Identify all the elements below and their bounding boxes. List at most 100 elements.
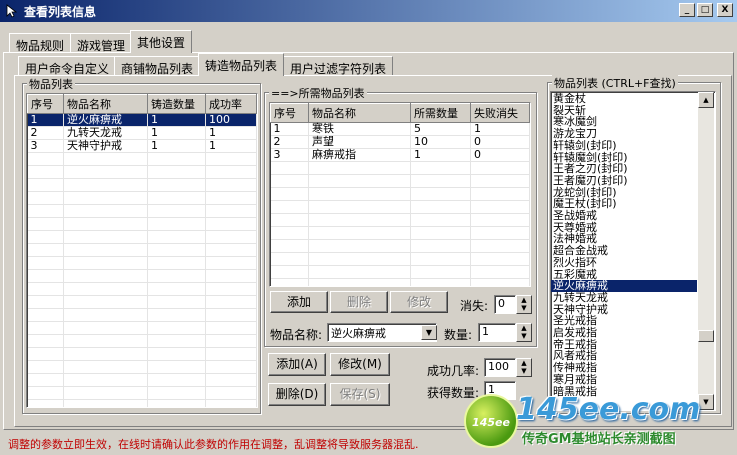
get-quantity-input[interactable]: 1 [484,381,516,400]
col-required-qty[interactable]: 所需数量 [410,103,471,123]
col-item-name[interactable]: 物品名称 [63,94,148,114]
tab-forge-items[interactable]: 铸造物品列表 [198,53,285,76]
modify-button[interactable]: 修改(M) [330,353,390,376]
table-cell [147,282,206,296]
table-cell [470,239,530,253]
list-item[interactable]: 轩辕剑(封印) [551,140,697,152]
col-success-rate[interactable]: 成功率 [205,94,257,114]
col-index[interactable]: 序号 [270,103,309,123]
table-cell: 声望 [308,135,411,149]
table-cell [27,399,64,407]
all-items-scrollbar[interactable]: ▲ ▼ [698,92,714,410]
table-cell: 1 [470,122,530,136]
table-row-empty [27,217,257,231]
required-item-table[interactable]: 序号 物品名称 所需数量 失败消失 1 寒铁 5 1 2 声望 10 0 3 麻痹戒指 1 0 [269,102,531,287]
list-item[interactable]: 暗黑戒指 [551,385,697,398]
table-cell [470,187,530,201]
tab-shop-items[interactable]: 商铺物品列表 [114,56,201,76]
table-cell [308,226,411,240]
table-row-empty [270,239,530,253]
table-cell [205,217,257,231]
add-button[interactable]: 添加(A) [268,353,326,376]
table-cell [27,334,64,348]
table-cell [205,295,257,309]
table-cell [205,230,257,244]
success-rate-input[interactable]: 100 [484,358,516,377]
item-name-label: 物品名称: [270,328,323,342]
table-cell [147,321,206,335]
table-cell [308,213,411,227]
list-item[interactable]: 圣战婚戒 [551,210,697,222]
list-item[interactable]: 黄金杖 [551,93,697,105]
table-row[interactable]: 2 九转天龙戒 1 1 [27,126,257,140]
maximize-button[interactable]: □ [697,3,713,17]
table-cell [147,386,206,400]
disappear-input[interactable]: 0 [494,295,516,314]
tab-other-settings[interactable]: 其他设置 [130,30,193,53]
table-row-empty [27,204,257,218]
tab-user-commands[interactable]: 用户命令自定义 [18,56,117,76]
quantity-spinner[interactable]: ▲ ▼ [516,323,532,342]
table-cell [205,191,257,205]
col-forge-qty[interactable]: 铸造数量 [147,94,206,114]
table-cell [270,265,309,279]
table-row[interactable]: 3 天神守护戒 1 1 [27,139,257,153]
forge-item-table[interactable]: 序号 物品名称 铸造数量 成功率 1 逆火麻痹戒 1 100 2 九转天龙戒 1 1 3 天神守护… [26,93,258,408]
table-cell: 0 [470,135,530,149]
table-cell [270,213,309,227]
table-cell [63,295,148,309]
success-rate-label: 成功几率: [427,364,480,378]
save-button[interactable]: 保存(S) [330,383,390,406]
table-cell: 1 [147,113,206,127]
table-cell [147,204,206,218]
tab-game-management[interactable]: 游戏管理 [70,33,133,53]
status-warning-text: 调整的参数立即生效，在线时请确认此参数的作用在调整，乱调整将导致服务器混乱. [8,438,419,451]
list-item[interactable]: 九转天龙戒 [551,292,697,304]
col-item-name[interactable]: 物品名称 [308,103,411,123]
table-cell [410,213,471,227]
col-fail-disappear[interactable]: 失败消失 [470,103,530,123]
chevron-down-icon[interactable]: ▼ [421,325,437,340]
get-quantity-label: 获得数量: [427,386,480,400]
quantity-input[interactable]: 1 [478,323,516,342]
add-required-button[interactable]: 添加 [270,291,328,313]
table-row[interactable]: 1 寒铁 5 1 [270,122,530,136]
table-cell [63,256,148,270]
table-row[interactable]: 1 逆火麻痹戒 1 100 [27,113,257,127]
table-cell [205,334,257,348]
tab-filter-words[interactable]: 用户过滤字符列表 [283,56,394,76]
table-cell [410,265,471,279]
table-row[interactable]: 2 声望 10 0 [270,135,530,149]
table-row-empty [27,360,257,374]
list-item[interactable]: 烈火指环 [551,257,697,269]
list-item[interactable]: 寒月戒指 [551,374,697,386]
tab-item-rules[interactable]: 物品规则 [9,33,72,53]
table-row-empty [27,373,257,387]
delete-required-button[interactable]: 删除 [330,291,388,313]
scroll-down-icon[interactable]: ▼ [698,394,714,410]
table-cell [470,226,530,240]
table-cell [63,360,148,374]
minimize-button[interactable]: _ [679,3,695,17]
table-cell [410,226,471,240]
scroll-thumb[interactable] [698,330,714,342]
close-button[interactable]: X [717,3,733,17]
table-row[interactable]: 3 麻痹戒指 1 0 [270,148,530,162]
list-item[interactable]: 启发戒指 [551,327,697,339]
success-rate-spinner[interactable]: ▲ ▼ [516,358,532,377]
table-cell [205,360,257,374]
table-cell [270,187,309,201]
table-cell [27,373,64,387]
table-cell [147,360,206,374]
table-cell [27,152,64,166]
table-cell [205,243,257,257]
modify-required-button[interactable]: 修改 [390,291,448,313]
all-items-list[interactable]: 黄金杖 裂天斩 寒冰魔剑 游龙宝刀 轩辕剑(封印) 轩辕魔剑(封印) 王者之刃(封印) 王者魔… [550,91,716,411]
col-index[interactable]: 序号 [27,94,64,114]
table-cell [147,308,206,322]
table-cell: 5 [410,122,471,136]
scroll-up-icon[interactable]: ▲ [698,92,714,108]
delete-button[interactable]: 删除(D) [268,383,326,406]
list-item[interactable]: 王者魔刃(封印) [551,175,697,187]
disappear-spinner[interactable]: ▲ ▼ [516,295,532,314]
